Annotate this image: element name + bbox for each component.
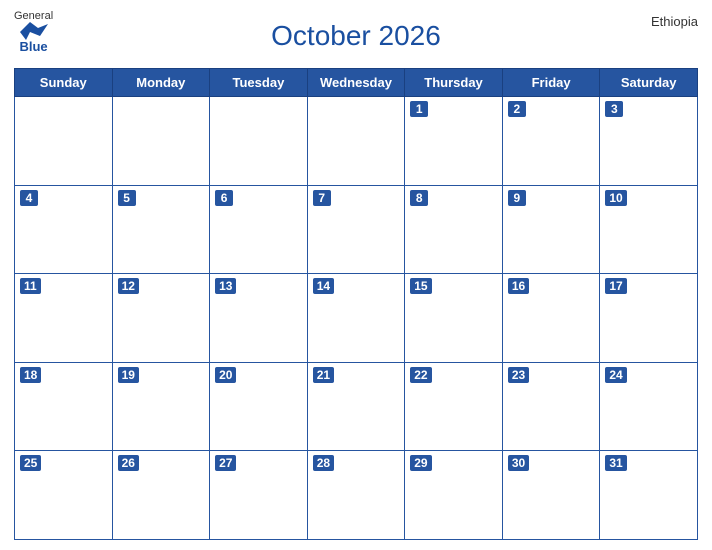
country-label: Ethiopia — [651, 14, 698, 29]
header-saturday: Saturday — [600, 69, 698, 97]
header-sunday: Sunday — [15, 69, 113, 97]
day-number: 25 — [20, 455, 41, 471]
day-number: 12 — [118, 278, 139, 294]
day-number: 7 — [313, 190, 331, 206]
day-number: 10 — [605, 190, 626, 206]
day-number: 2 — [508, 101, 526, 117]
calendar-cell: 24 — [600, 362, 698, 451]
day-number: 16 — [508, 278, 529, 294]
calendar-header: General Blue October 2026 Ethiopia — [14, 10, 698, 62]
day-number: 20 — [215, 367, 236, 383]
calendar-cell: 3 — [600, 97, 698, 186]
calendar-cell: 29 — [405, 451, 503, 540]
day-number: 29 — [410, 455, 431, 471]
day-number: 9 — [508, 190, 526, 206]
calendar-cell: 16 — [502, 274, 600, 363]
calendar-cell: 8 — [405, 185, 503, 274]
day-number: 15 — [410, 278, 431, 294]
calendar-cell: 6 — [210, 185, 308, 274]
calendar-cell: 7 — [307, 185, 405, 274]
calendar-cell: 2 — [502, 97, 600, 186]
day-number: 19 — [118, 367, 139, 383]
calendar-cell: 10 — [600, 185, 698, 274]
calendar-week-row: 18 19 20 21 22 23 24 — [15, 362, 698, 451]
calendar-title: October 2026 — [271, 20, 441, 52]
header-wednesday: Wednesday — [307, 69, 405, 97]
calendar-cell: 1 — [405, 97, 503, 186]
calendar-week-row: 4 5 6 7 8 9 10 — [15, 185, 698, 274]
calendar-cell: 31 — [600, 451, 698, 540]
calendar-week-row: 11 12 13 14 15 16 17 — [15, 274, 698, 363]
calendar-wrapper: General Blue October 2026 Ethiopia Sunda… — [0, 0, 712, 550]
header-thursday: Thursday — [405, 69, 503, 97]
calendar-cell: 9 — [502, 185, 600, 274]
day-number: 23 — [508, 367, 529, 383]
header-friday: Friday — [502, 69, 600, 97]
calendar-cell: 30 — [502, 451, 600, 540]
calendar-cell: 19 — [112, 362, 210, 451]
calendar-week-row: 1 2 3 — [15, 97, 698, 186]
calendar-cell: 13 — [210, 274, 308, 363]
day-number: 5 — [118, 190, 136, 206]
day-number: 18 — [20, 367, 41, 383]
day-number: 17 — [605, 278, 626, 294]
day-number: 27 — [215, 455, 236, 471]
day-number: 1 — [410, 101, 428, 117]
calendar-cell: 17 — [600, 274, 698, 363]
day-number: 13 — [215, 278, 236, 294]
logo: General Blue — [14, 10, 53, 54]
weekday-header-row: Sunday Monday Tuesday Wednesday Thursday… — [15, 69, 698, 97]
calendar-cell — [210, 97, 308, 186]
day-number: 31 — [605, 455, 626, 471]
calendar-cell: 12 — [112, 274, 210, 363]
logo-general-text: General — [14, 10, 53, 22]
logo-bird-icon — [20, 22, 48, 40]
calendar-table: Sunday Monday Tuesday Wednesday Thursday… — [14, 68, 698, 540]
calendar-cell — [15, 97, 113, 186]
header-monday: Monday — [112, 69, 210, 97]
calendar-cell: 20 — [210, 362, 308, 451]
day-number: 4 — [20, 190, 38, 206]
day-number: 3 — [605, 101, 623, 117]
day-number: 28 — [313, 455, 334, 471]
calendar-cell: 22 — [405, 362, 503, 451]
day-number: 21 — [313, 367, 334, 383]
calendar-cell: 27 — [210, 451, 308, 540]
calendar-cell: 18 — [15, 362, 113, 451]
day-number: 30 — [508, 455, 529, 471]
calendar-cell: 21 — [307, 362, 405, 451]
calendar-cell: 4 — [15, 185, 113, 274]
calendar-cell: 15 — [405, 274, 503, 363]
calendar-cell: 26 — [112, 451, 210, 540]
day-number: 24 — [605, 367, 626, 383]
calendar-cell: 11 — [15, 274, 113, 363]
day-number: 11 — [20, 278, 41, 294]
calendar-cell: 25 — [15, 451, 113, 540]
calendar-cell: 14 — [307, 274, 405, 363]
day-number: 26 — [118, 455, 139, 471]
day-number: 22 — [410, 367, 431, 383]
calendar-cell: 28 — [307, 451, 405, 540]
day-number: 6 — [215, 190, 233, 206]
calendar-cell — [112, 97, 210, 186]
logo-blue-text: Blue — [19, 40, 47, 54]
calendar-cell: 23 — [502, 362, 600, 451]
day-number: 8 — [410, 190, 428, 206]
calendar-cell: 5 — [112, 185, 210, 274]
calendar-week-row: 25 26 27 28 29 30 31 — [15, 451, 698, 540]
calendar-cell — [307, 97, 405, 186]
day-number: 14 — [313, 278, 334, 294]
header-tuesday: Tuesday — [210, 69, 308, 97]
